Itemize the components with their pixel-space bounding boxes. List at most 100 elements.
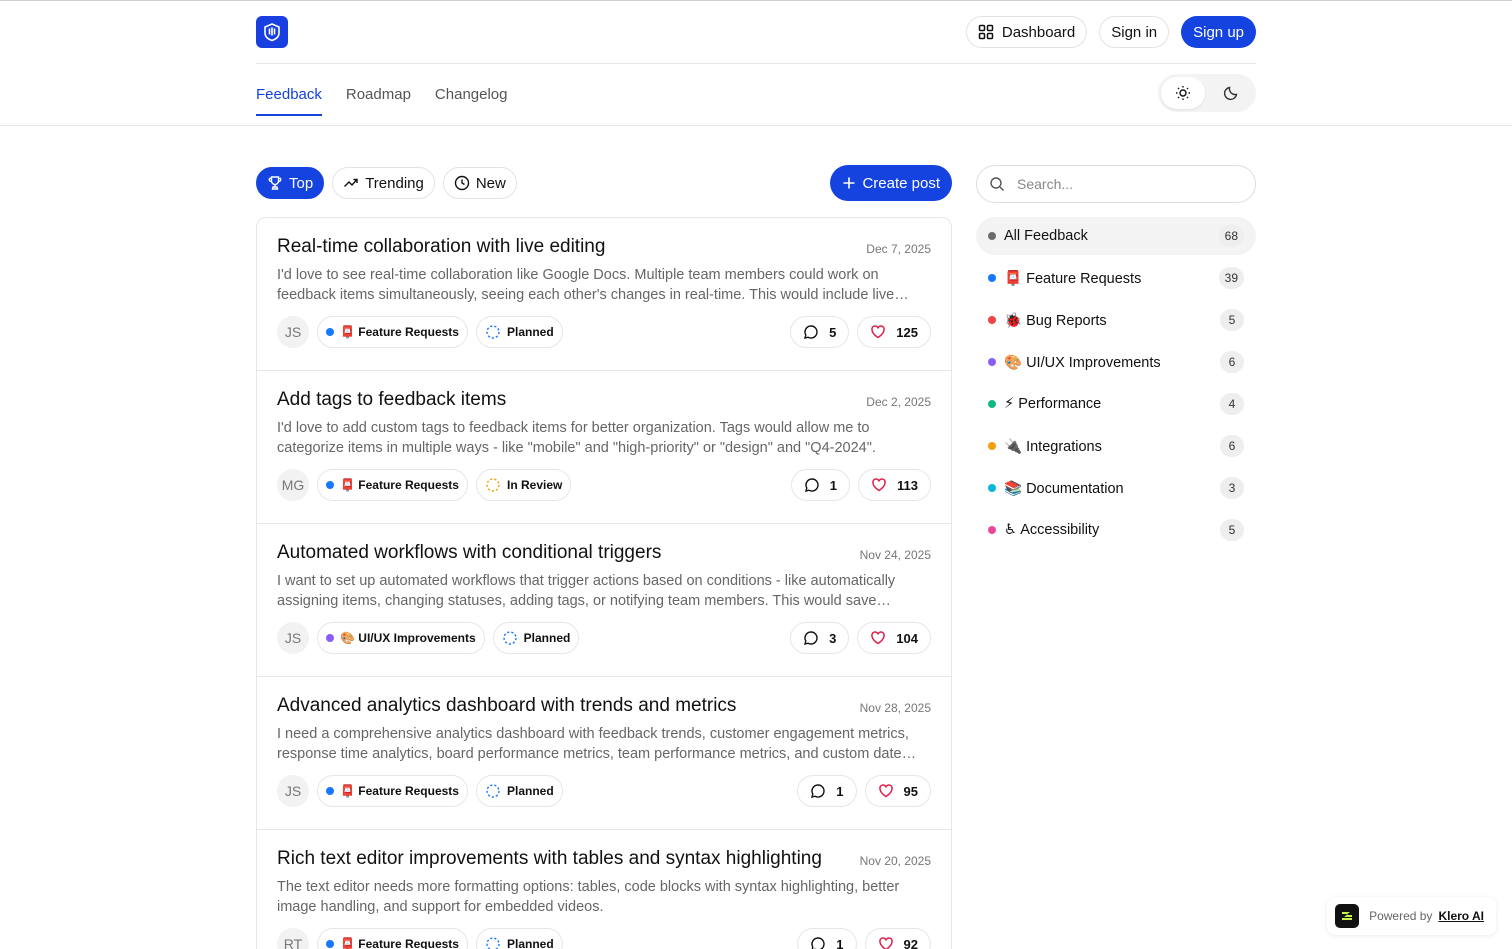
- category-label: ⚡ Performance: [1004, 396, 1102, 412]
- sign-in-button[interactable]: Sign in: [1099, 16, 1170, 48]
- category-chip[interactable]: 🎨 UI/UX Improvements: [317, 622, 485, 654]
- status-chip[interactable]: Planned: [492, 622, 580, 654]
- post-date: Dec 7, 2025: [866, 242, 931, 256]
- sidebar-category-item[interactable]: 🔌 Integrations 6: [976, 427, 1256, 465]
- category-chip[interactable]: 📮 Feature Requests: [317, 775, 468, 807]
- search-input[interactable]: [1017, 176, 1237, 192]
- light-theme-button[interactable]: [1161, 77, 1205, 109]
- status-circle-icon: [486, 478, 500, 492]
- search-icon: [990, 177, 1004, 191]
- category-label: All Feedback: [1004, 228, 1088, 244]
- sidebar-category-item[interactable]: 📮 Feature Requests 39: [976, 259, 1256, 297]
- category-count-badge: 4: [1220, 393, 1244, 415]
- sidebar-category-item[interactable]: 📚 Documentation 3: [976, 469, 1256, 507]
- likes-count: 95: [903, 783, 918, 799]
- tab-roadmap[interactable]: Roadmap: [346, 64, 411, 124]
- sort-filters: Top Trending New: [256, 167, 517, 199]
- comments-count: 1: [836, 936, 844, 949]
- category-chip[interactable]: 📮 Feature Requests: [317, 316, 468, 348]
- like-button[interactable]: 125: [857, 316, 931, 348]
- heart-icon: [878, 937, 893, 949]
- post-meta-left: MG 📮 Feature Requests In Review: [277, 469, 572, 501]
- category-dot: [988, 484, 996, 492]
- sidebar-category-item[interactable]: 🐞 Bug Reports 5: [976, 301, 1256, 339]
- status-label: Planned: [506, 325, 554, 339]
- filter-top-button[interactable]: Top: [256, 167, 325, 199]
- post-description: I'd love to add custom tags to feedback …: [277, 420, 876, 456]
- comments-button[interactable]: 1: [790, 469, 851, 501]
- comments-button[interactable]: 1: [797, 928, 857, 949]
- tab-feedback[interactable]: Feedback: [256, 64, 322, 124]
- tab-changelog[interactable]: Changelog: [435, 64, 508, 124]
- sign-up-button[interactable]: Sign up: [1181, 16, 1256, 48]
- status-label: Planned: [506, 784, 554, 798]
- comments-count: 1: [836, 783, 844, 799]
- post-card[interactable]: Add tags to feedback items Dec 2, 2025 I'd…: [257, 371, 951, 524]
- status-chip[interactable]: Planned: [475, 775, 563, 807]
- comment-icon: [811, 937, 825, 949]
- post-meta-right: 1 95: [797, 775, 931, 807]
- category-dot: [326, 481, 334, 489]
- post-title[interactable]: Automated workflows with conditional tri…: [277, 542, 931, 564]
- post-meta-right: 3 104: [790, 622, 931, 654]
- comments-button[interactable]: 3: [790, 622, 850, 654]
- heart-icon: [871, 631, 886, 645]
- category-count-badge: 6: [1220, 435, 1244, 457]
- sidebar-category-item[interactable]: 🎨 UI/UX Improvements 6: [976, 343, 1256, 381]
- like-button[interactable]: 92: [864, 928, 931, 949]
- filter-new-button[interactable]: New: [442, 167, 517, 199]
- post-date: Dec 2, 2025: [866, 395, 931, 409]
- create-post-button[interactable]: Create post: [830, 165, 952, 201]
- sidebar-category-item[interactable]: ⚡ Performance 4: [976, 385, 1256, 423]
- comment-icon: [804, 325, 818, 339]
- powered-by-prefix: Powered by: [1369, 909, 1433, 923]
- top-header: Dashboard Sign in Sign up: [256, 1, 1256, 64]
- category-label: 🎨 UI/UX Improvements: [340, 631, 476, 645]
- dashboard-button[interactable]: Dashboard: [965, 16, 1088, 48]
- status-chip[interactable]: Planned: [475, 316, 563, 348]
- comments-button[interactable]: 1: [797, 775, 857, 807]
- post-meta-right: 1 113: [790, 469, 931, 501]
- post-title[interactable]: Add tags to feedback items: [277, 389, 931, 411]
- post-meta: JS 📮 Feature Requests Planned 1 95: [277, 775, 931, 807]
- category-chip[interactable]: 📮 Feature Requests: [317, 928, 468, 949]
- post-meta-left: JS 📮 Feature Requests Planned: [277, 316, 563, 348]
- post-meta: JS 📮 Feature Requests Planned 5 125: [277, 316, 931, 348]
- nav-row: Feedback Roadmap Changelog: [256, 64, 1256, 124]
- avatar: MG: [277, 469, 309, 501]
- like-button[interactable]: 95: [864, 775, 931, 807]
- status-chip[interactable]: In Review: [475, 469, 572, 501]
- category-dot: [988, 232, 996, 240]
- status-label: Planned: [506, 937, 554, 949]
- powered-by-link[interactable]: Klero AI: [1438, 909, 1484, 923]
- filter-top-label: Top: [289, 174, 314, 192]
- powered-by-badge[interactable]: Powered by Klero AI: [1327, 897, 1496, 935]
- sign-in-label: Sign in: [1111, 23, 1158, 41]
- app-logo[interactable]: [256, 16, 288, 48]
- comments-button[interactable]: 5: [790, 316, 850, 348]
- sidebar-category-item[interactable]: All Feedback 68: [976, 217, 1256, 255]
- filter-trending-button[interactable]: Trending: [332, 167, 435, 199]
- status-label: In Review: [506, 478, 563, 492]
- category-dot: [988, 316, 996, 324]
- like-button[interactable]: 104: [857, 622, 931, 654]
- post-card[interactable]: Real-time collaboration with live editin…: [257, 218, 951, 371]
- category-dot: [326, 328, 334, 336]
- category-count-badge: 3: [1220, 477, 1244, 499]
- post-title[interactable]: Rich text editor improvements with table…: [277, 848, 931, 870]
- post-card[interactable]: Advanced analytics dashboard with trends…: [257, 677, 951, 830]
- post-card[interactable]: Automated workflows with conditional tri…: [257, 524, 951, 677]
- avatar: JS: [277, 316, 309, 348]
- sun-icon: [1176, 86, 1190, 100]
- category-chip[interactable]: 📮 Feature Requests: [317, 469, 468, 501]
- sidebar-category-item[interactable]: ♿ Accessibility 5: [976, 511, 1256, 549]
- status-chip[interactable]: Planned: [475, 928, 563, 949]
- like-button[interactable]: 113: [858, 469, 931, 501]
- status-label: Planned: [523, 631, 571, 645]
- moon-icon: [1223, 86, 1238, 101]
- post-card[interactable]: Rich text editor improvements with table…: [257, 830, 951, 949]
- post-title[interactable]: Real-time collaboration with live editin…: [277, 236, 931, 258]
- dark-theme-button[interactable]: [1209, 77, 1253, 109]
- post-title[interactable]: Advanced analytics dashboard with trends…: [277, 695, 931, 717]
- post-meta: MG 📮 Feature Requests In Review 1 113: [277, 469, 931, 501]
